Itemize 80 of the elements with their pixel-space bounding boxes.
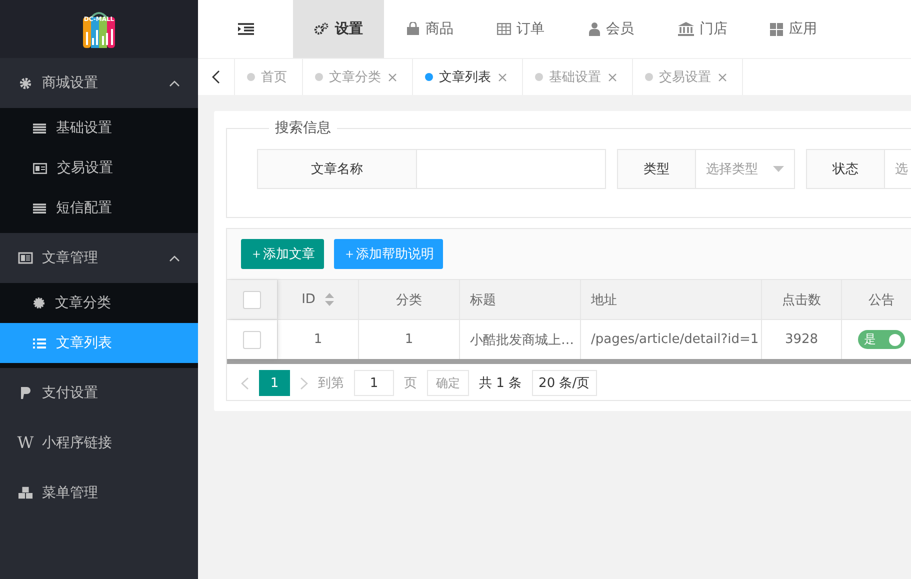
page-tab-label: 文章列表	[439, 69, 491, 86]
goto-page-field[interactable]: 1	[354, 370, 394, 396]
sidebar-group-label: 商城设置	[42, 74, 99, 92]
lines-icon	[33, 122, 46, 134]
cogs-icon	[314, 22, 329, 36]
list-icon	[33, 338, 46, 348]
prev-page-icon[interactable]	[241, 376, 249, 390]
table-cell-text: 小酷批发商城上…	[470, 332, 574, 348]
sidebar-group-label: 支付设置	[42, 384, 99, 402]
chevron-left-icon	[212, 70, 220, 84]
page-tab-label: 首页	[261, 69, 287, 86]
sidebar-group-label: 菜单管理	[42, 484, 99, 502]
top-nav-label: 设置	[335, 20, 363, 38]
checkbox[interactable]	[243, 290, 261, 308]
lines-icon	[33, 202, 46, 214]
add-button[interactable]: ＋添加文章	[241, 239, 324, 269]
goto-label: 到第	[318, 375, 344, 392]
user-icon	[589, 22, 600, 36]
status-dot-icon	[315, 73, 323, 81]
newspaper-icon	[18, 252, 33, 264]
horizontal-scrollbar[interactable]	[227, 359, 911, 364]
table-cell: 1	[404, 332, 414, 347]
top-nav-label: 应用	[789, 20, 817, 38]
total-count: 共 1 条	[479, 375, 522, 392]
table-cell: 3928	[784, 332, 818, 347]
checkbox[interactable]	[243, 330, 261, 348]
chevron-icon	[169, 80, 180, 86]
page-tab-label: 交易设置	[659, 69, 711, 86]
status-dot-icon	[425, 73, 433, 81]
page-tab-label: 基础设置	[549, 69, 601, 86]
top-nav-label: 商品	[426, 20, 454, 38]
top-nav-tab[interactable]: 设置	[293, 0, 384, 58]
sidebar-item[interactable]: 短信配置	[0, 188, 198, 228]
sidebar-item-label: 交易设置	[57, 159, 113, 177]
page-tab-label: 文章分类	[329, 69, 381, 86]
page-unit-label: 页	[404, 375, 417, 392]
cubes-icon	[18, 486, 33, 500]
sidebar-item-label: 文章列表	[56, 334, 112, 352]
fieldset-legend: 搜索信息	[269, 119, 337, 137]
status-dot-icon	[645, 73, 653, 81]
sidebar-item-label: 文章分类	[55, 294, 111, 312]
sidebar-group-label: 小程序链接	[42, 434, 113, 452]
table-cell: 1	[314, 332, 322, 347]
gear-icon	[19, 76, 32, 90]
chevron-icon	[169, 254, 180, 262]
sort-icon[interactable]	[325, 293, 334, 306]
top-nav-tab[interactable]: 商品	[384, 0, 475, 58]
wechat-w-icon: W	[17, 435, 34, 451]
close-icon[interactable]	[388, 72, 397, 82]
next-page-icon[interactable]	[300, 376, 308, 390]
sidebar-item[interactable]: 交易设置	[0, 148, 198, 188]
status-dot-icon	[247, 73, 255, 81]
shopping-bag-icon	[406, 22, 420, 36]
bank-icon	[678, 22, 694, 36]
table-icon	[496, 23, 510, 35]
top-nav-tab[interactable]: 门店	[657, 0, 748, 58]
top-nav-label: 会员	[606, 20, 634, 38]
sidebar-item[interactable]: 基础设置	[0, 108, 198, 148]
top-nav-label: 门店	[700, 20, 728, 38]
top-nav-label: 订单	[516, 20, 544, 38]
sidebar-item[interactable]: 文章分类	[0, 283, 198, 323]
top-nav-tab[interactable]: 应用	[748, 0, 839, 58]
top-nav-tab[interactable]: 订单	[475, 0, 566, 58]
close-icon[interactable]	[608, 72, 617, 82]
paypal-icon	[20, 386, 31, 400]
page-number[interactable]: 1	[259, 370, 290, 396]
close-icon[interactable]	[718, 72, 727, 82]
close-icon[interactable]	[498, 72, 507, 82]
page-tab[interactable]: 文章列表	[413, 59, 523, 95]
id-card-icon	[33, 162, 47, 174]
cog-icon	[33, 297, 45, 309]
menu-icon	[238, 23, 254, 35]
grid-icon	[770, 22, 783, 36]
page-size-select[interactable]: 20 条/页	[532, 370, 597, 396]
top-nav-tab[interactable]: 会员	[566, 0, 657, 58]
sidebar-item-label: 基础设置	[56, 119, 112, 137]
sidebar-group-label: 文章管理	[42, 249, 99, 267]
status-dot-icon	[535, 73, 543, 81]
table-cell: /pages/article/detail?id=1	[591, 332, 759, 347]
sidebar-item-label: 短信配置	[56, 199, 112, 217]
